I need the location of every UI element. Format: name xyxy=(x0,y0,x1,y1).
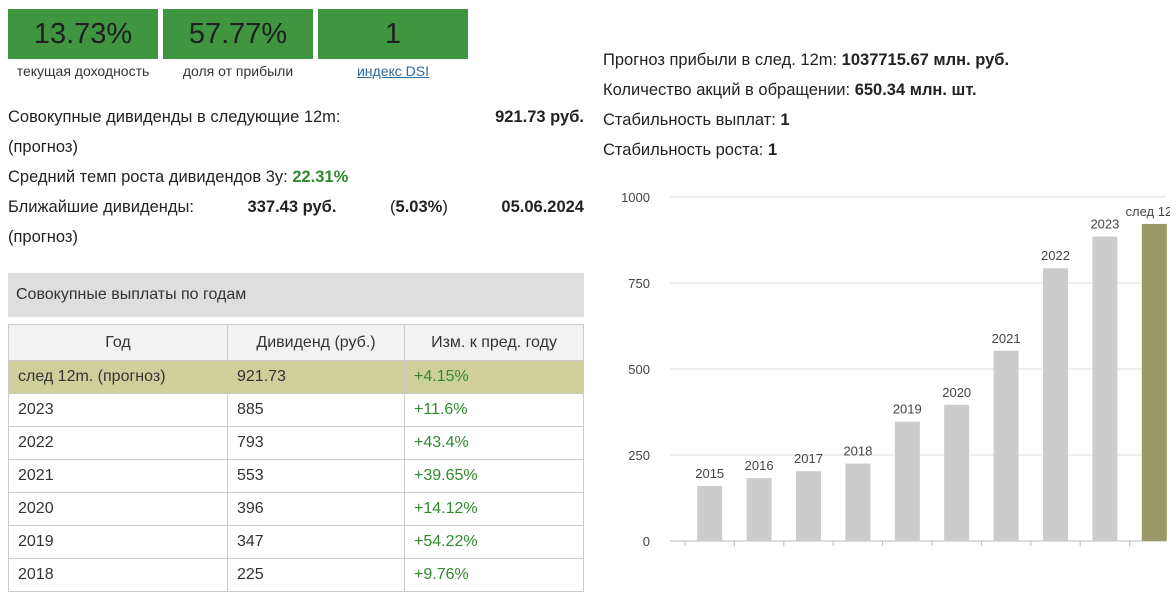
payout-stability-label: Стабильность выплат: xyxy=(603,111,776,129)
next-dividend-label: Ближайшие дивиденды: xyxy=(8,198,194,216)
y-tick-label: 1000 xyxy=(621,190,650,205)
cell-dividend: 396 xyxy=(227,492,405,526)
payout-ratio-caption: доля от прибыли xyxy=(182,63,294,79)
next-dividend-date: 05.06.2024 xyxy=(501,198,584,216)
cell-year: 2019 xyxy=(8,525,228,559)
yield-metric: 13.73% xyxy=(8,9,158,59)
table-row: 2019 347 +54.22% xyxy=(8,525,584,559)
shares-value: 650.34 млн. шт. xyxy=(854,81,977,99)
bar-category-label: 2017 xyxy=(794,451,823,466)
cell-dividend: 347 xyxy=(227,525,405,559)
bar-category-label: след 12m xyxy=(1126,204,1170,219)
cell-year: след 12m. (прогноз) xyxy=(8,360,228,394)
cell-year: 2020 xyxy=(8,492,228,526)
chart-bar xyxy=(1043,268,1068,541)
payouts-table: Год Дивиденд (руб.) Изм. к пред. году сл… xyxy=(8,324,584,592)
cell-year: 2021 xyxy=(8,459,228,493)
payouts-by-year-title: Совокупные выплаты по годам xyxy=(8,273,584,317)
bar-category-label: 2021 xyxy=(992,331,1021,346)
y-tick-label: 250 xyxy=(628,448,650,463)
shares-line: Количество акций в обращении: 650.34 млн… xyxy=(603,77,977,103)
table-row: 2022 793 +43.4% xyxy=(8,426,584,460)
chart-bar xyxy=(1092,236,1118,541)
cell-change: +43.4% xyxy=(404,426,584,460)
bar-category-label: 2015 xyxy=(695,466,724,481)
total-dividends-note: (прогноз) xyxy=(8,138,78,156)
growth-stability-label: Стабильность роста: xyxy=(603,141,764,159)
next-dividend-pct: 5.03% xyxy=(395,198,443,216)
cell-year: 2022 xyxy=(8,426,228,460)
table-row: 2018 225 +9.76% xyxy=(8,558,584,592)
chart-bar xyxy=(894,421,920,541)
cell-dividend: 793 xyxy=(227,426,405,460)
cell-dividend: 885 xyxy=(227,393,405,427)
bar-category-label: 2023 xyxy=(1090,217,1119,232)
chart-bar xyxy=(1141,223,1167,542)
table-row: след 12m. (прогноз) 921.73 +4.15% xyxy=(8,360,584,394)
profit-forecast-line: Прогноз прибыли в след. 12m: 1037715.67 … xyxy=(603,47,1009,73)
cell-change: +11.6% xyxy=(404,393,584,427)
table-row: 2020 396 +14.12% xyxy=(8,492,584,526)
profit-forecast-value: 1037715.67 млн. руб. xyxy=(841,51,1010,69)
dsi-index-link[interactable]: индекс DSI xyxy=(318,63,468,79)
dsi-metric: 1 xyxy=(318,9,468,59)
shares-label: Количество акций в обращении: xyxy=(603,81,851,99)
cell-dividend: 225 xyxy=(227,558,405,592)
payout-stability-line: Стабильность выплат: 1 xyxy=(603,107,790,133)
cell-change: +14.12% xyxy=(404,492,584,526)
growth-label: Средний темп роста дивидендов 3y: xyxy=(8,168,288,186)
table-header-row: Год Дивиденд (руб.) Изм. к пред. году xyxy=(8,324,584,361)
growth-line: Средний темп роста дивидендов 3y: 22.31% xyxy=(8,164,584,190)
bar-category-label: 2016 xyxy=(745,458,774,473)
chart-bar xyxy=(845,463,871,541)
profit-forecast-label: Прогноз прибыли в след. 12m: xyxy=(603,51,838,69)
bar-category-label: 2018 xyxy=(843,444,872,459)
growth-stability-line: Стабильность роста: 1 xyxy=(603,137,777,163)
bar-category-label: 2020 xyxy=(942,385,971,400)
yield-caption: текущая доходность xyxy=(16,63,150,79)
payout-ratio-metric: 57.77% xyxy=(163,9,313,59)
chart-bar xyxy=(697,485,723,541)
dividend-bar-chart: 0 250 500 750 1000 2015 2016 2017 2018 2019 2020 20… xyxy=(621,190,1170,549)
chart-bar xyxy=(796,471,821,541)
col-dividend-header: Дивиденд (руб.) xyxy=(227,324,405,361)
next-dividend-line: Ближайшие дивиденды: 337.43 руб. (5.03%)… xyxy=(8,194,584,220)
table-row: 2023 885 +11.6% xyxy=(8,393,584,427)
next-dividend-pct-wrap: (5.03%) xyxy=(390,198,448,216)
cell-dividend: 553 xyxy=(227,459,405,493)
y-tick-label: 750 xyxy=(628,276,650,291)
next-dividend-value: 337.43 руб. xyxy=(247,198,337,216)
y-tick-label: 0 xyxy=(643,534,650,549)
growth-value: 22.31% xyxy=(292,168,349,186)
next-dividend-note: (прогноз) xyxy=(8,228,78,246)
chart-bar xyxy=(993,350,1019,541)
growth-stability-value: 1 xyxy=(767,141,778,159)
col-year-header: Год xyxy=(8,324,228,361)
total-dividends-line: Совокупные дивиденды в следующие 12m: 92… xyxy=(8,104,584,130)
y-tick-label: 500 xyxy=(628,362,650,377)
payout-stability-value: 1 xyxy=(780,111,790,129)
cell-year: 2018 xyxy=(8,558,228,592)
chart-bar xyxy=(944,404,970,541)
chart-bar xyxy=(746,478,772,541)
cell-change: +54.22% xyxy=(404,525,584,559)
table-row: 2021 553 +39.65% xyxy=(8,459,584,493)
cell-change: +9.76% xyxy=(404,558,584,592)
cell-change: +4.15% xyxy=(404,360,584,394)
col-change-header: Изм. к пред. году xyxy=(404,324,584,361)
bar-category-label: 2022 xyxy=(1041,248,1070,263)
bar-category-label: 2019 xyxy=(893,402,922,417)
cell-change: +39.65% xyxy=(404,459,584,493)
total-dividends-value: 921.73 руб. xyxy=(495,108,584,126)
total-dividends-label: Совокупные дивиденды в следующие 12m: xyxy=(8,108,341,126)
cell-year: 2023 xyxy=(8,393,228,427)
cell-dividend: 921.73 xyxy=(227,360,405,394)
